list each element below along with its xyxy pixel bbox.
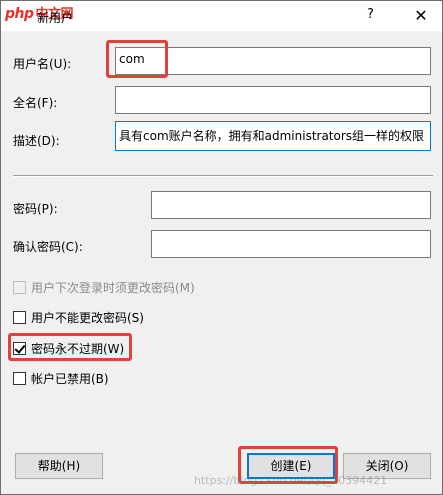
window-title: 新用户 xyxy=(37,11,74,25)
account-disabled-option[interactable]: 帐户已禁用(B) xyxy=(13,370,109,386)
password-never-expires-label[interactable]: 密码永不过期(W) xyxy=(31,340,124,357)
create-button[interactable]: 创建(E) xyxy=(247,453,335,479)
must-change-password-checkbox xyxy=(13,280,26,294)
new-user-dialog: php 中文网 新用户 ? ✕ 用户名(U): com 全名(F): 描述(D):… xyxy=(0,0,443,495)
dialog-body: 用户名(U): com 全名(F): 描述(D): 具有com账户名称，拥有和a… xyxy=(1,31,442,494)
description-field[interactable]: 具有com账户名称，拥有和administrators组一样的权限 xyxy=(115,121,431,151)
title-bar: php 中文网 新用户 ? ✕ xyxy=(1,1,442,31)
fullname-field[interactable] xyxy=(115,86,431,114)
account-disabled-label[interactable]: 帐户已禁用(B) xyxy=(31,370,109,387)
section-divider xyxy=(13,175,433,177)
cannot-change-password-label[interactable]: 用户不能更改密码(S) xyxy=(31,309,144,326)
account-disabled-checkbox[interactable] xyxy=(13,371,26,385)
username-label: 用户名(U): xyxy=(13,57,72,71)
cannot-change-password-checkbox[interactable] xyxy=(13,310,26,324)
description-label: 描述(D): xyxy=(13,134,60,148)
password-never-expires-option[interactable]: 密码永不过期(W) xyxy=(13,340,124,356)
must-change-password-label: 用户下次登录时须更改密码(M) xyxy=(31,280,195,295)
close-icon[interactable]: ✕ xyxy=(406,4,436,28)
close-button[interactable]: 关闭(O) xyxy=(343,453,431,479)
must-change-password-option: 用户下次登录时须更改密码(M) xyxy=(13,279,195,295)
help-button[interactable]: 帮助(H) xyxy=(15,453,103,479)
password-label: 密码(P): xyxy=(13,202,58,216)
confirm-password-label: 确认密码(C): xyxy=(13,240,83,254)
confirm-password-field[interactable] xyxy=(151,230,431,258)
password-never-expires-checkbox[interactable] xyxy=(13,341,26,355)
username-field[interactable]: com xyxy=(115,47,431,75)
password-field[interactable] xyxy=(151,191,431,219)
cannot-change-password-option[interactable]: 用户不能更改密码(S) xyxy=(13,309,144,325)
fullname-label: 全名(F): xyxy=(13,96,58,110)
help-title-button[interactable]: ? xyxy=(367,7,374,22)
